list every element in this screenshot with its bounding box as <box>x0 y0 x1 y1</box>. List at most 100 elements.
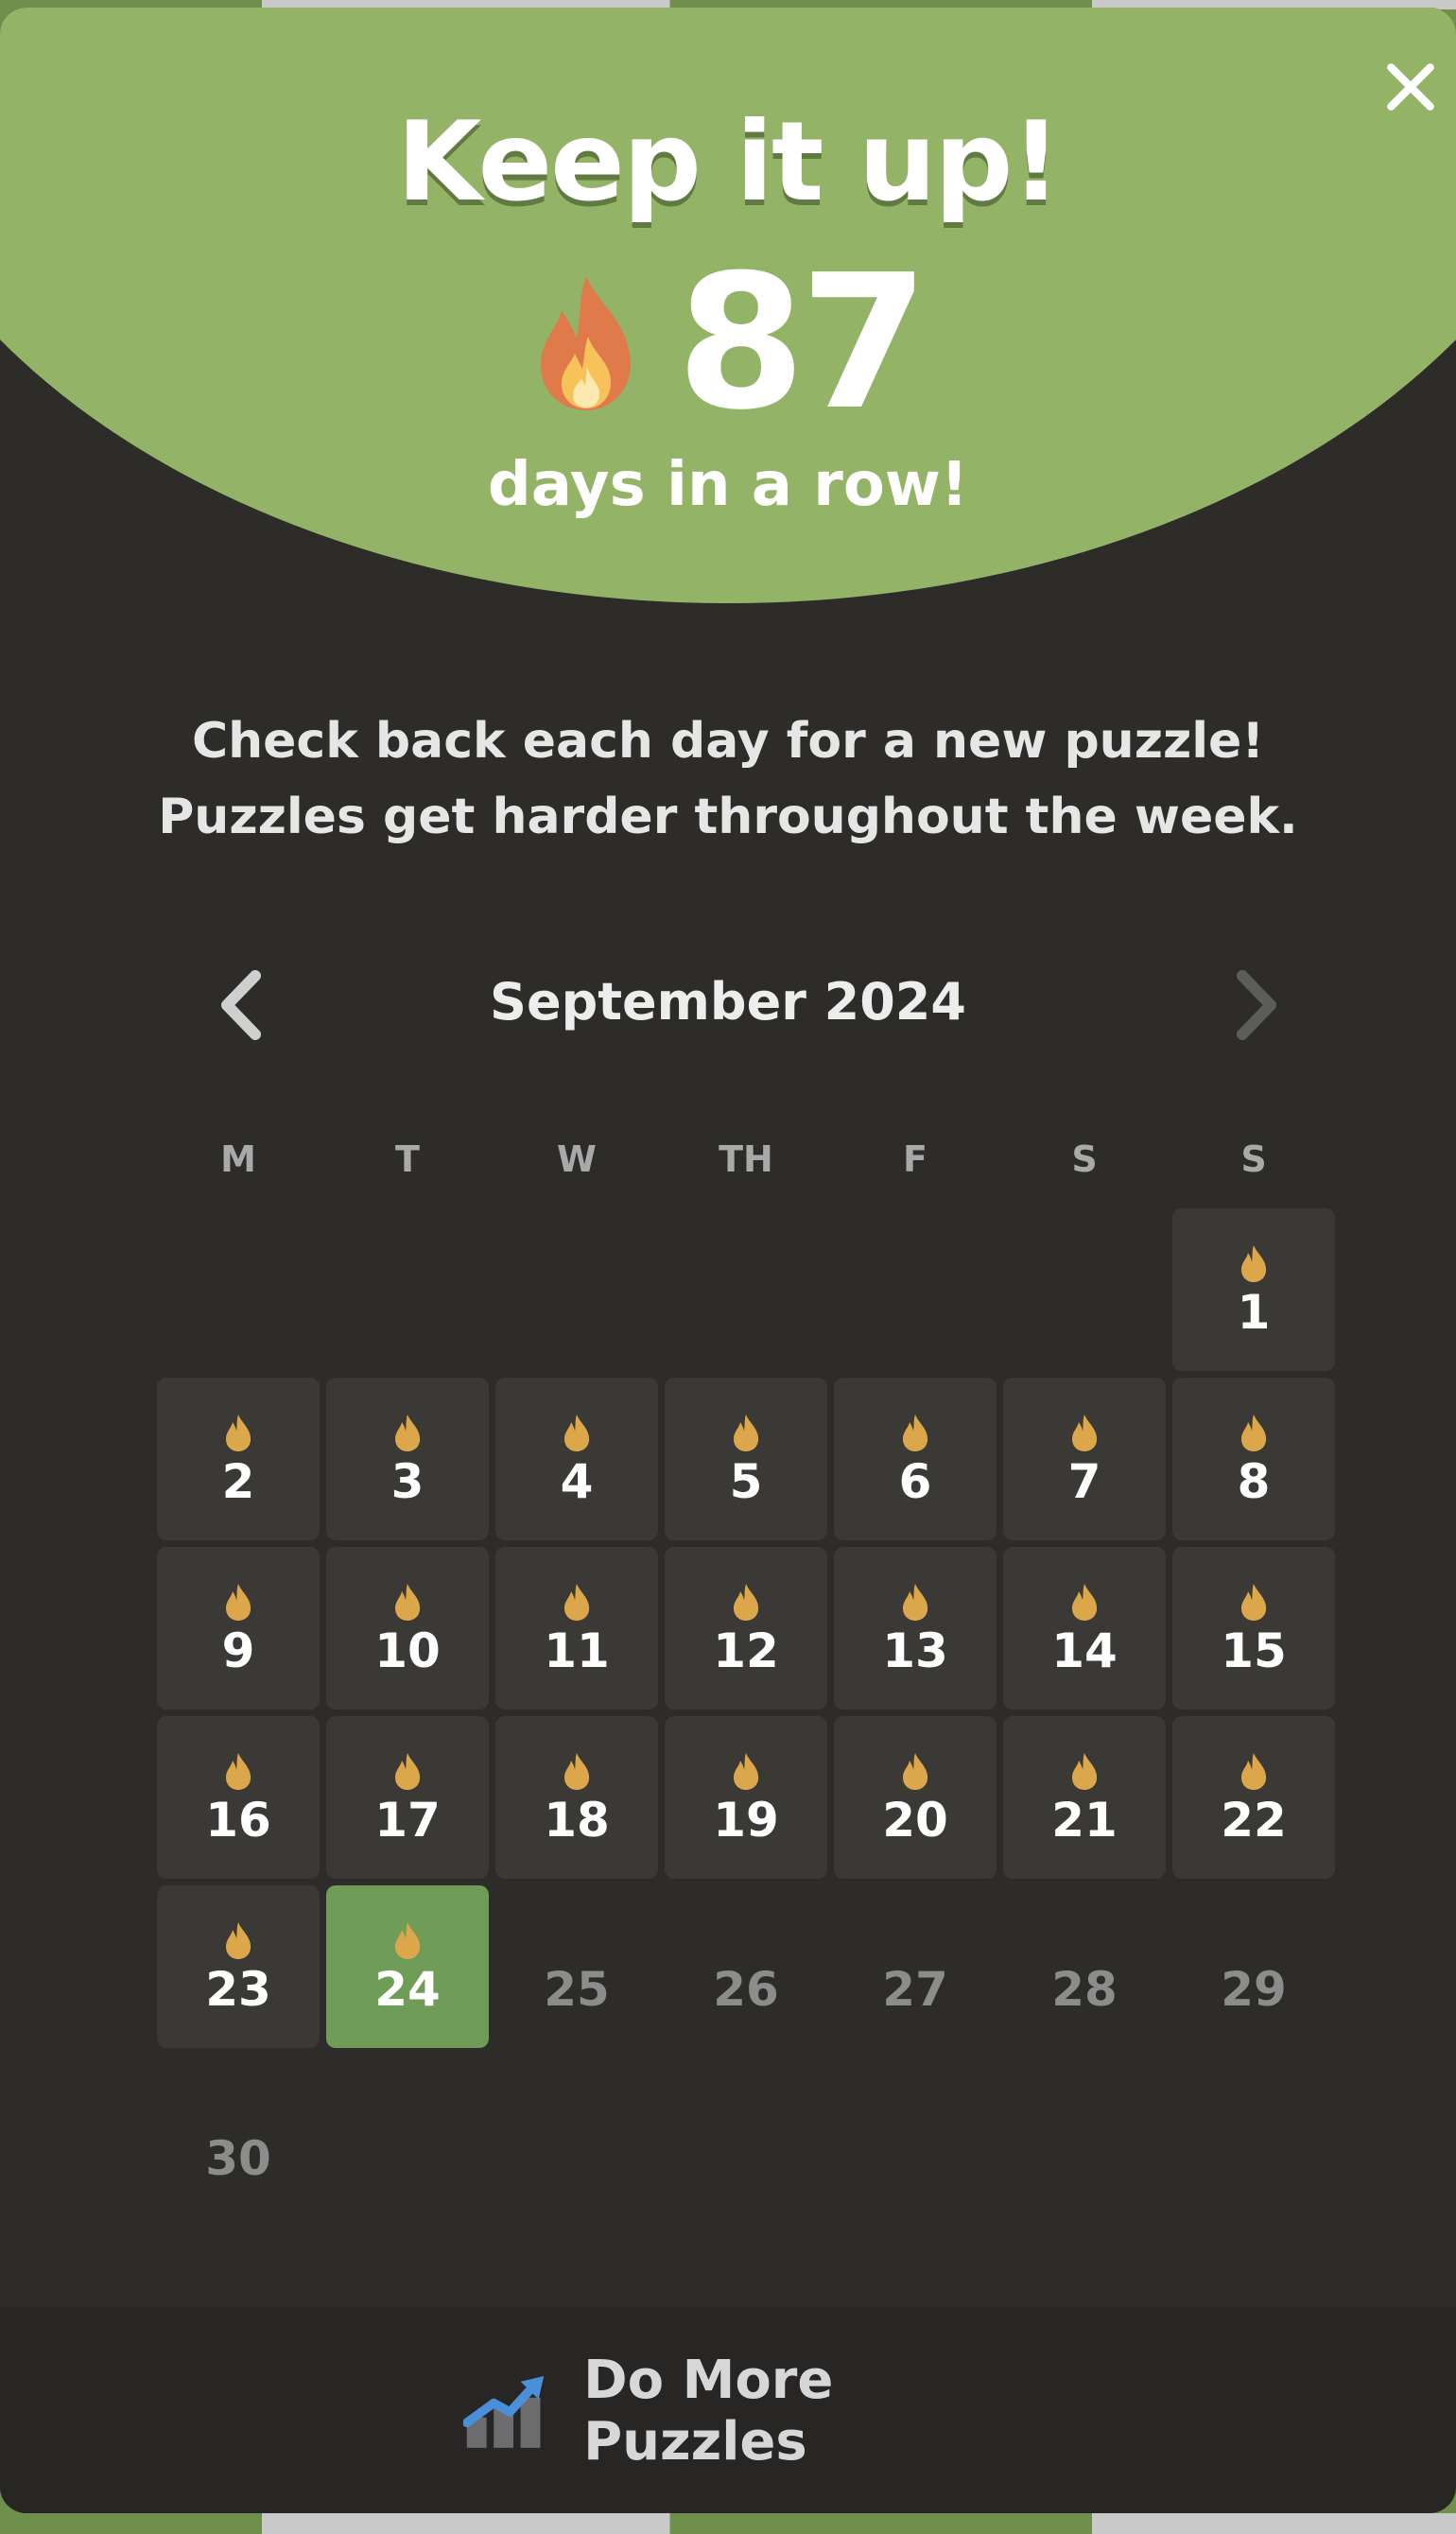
streak-modal: Keep it up! 87 days in a row! Check back… <box>0 8 1456 2513</box>
footer-bar: Do More Puzzles <box>0 2307 1456 2513</box>
flame-icon <box>393 1413 422 1452</box>
flame-icon <box>393 1751 422 1791</box>
flame-icon <box>393 1582 422 1622</box>
flame-icon <box>732 1582 760 1622</box>
calendar-day: 25 <box>495 1885 658 2048</box>
weekday-label: S <box>1240 1138 1267 1180</box>
flame-icon <box>1239 1243 1268 1283</box>
flame-icon <box>224 1413 252 1452</box>
flame-icon <box>732 1751 760 1791</box>
weekday-label: W <box>557 1138 597 1180</box>
flame-icon <box>533 272 639 414</box>
calendar-day-number: 17 <box>374 1793 441 1848</box>
calendar-day-number: 5 <box>729 1454 763 1509</box>
calendar-day[interactable]: 19 <box>665 1716 827 1879</box>
calendar-day-number: 11 <box>544 1623 610 1678</box>
calendar-day[interactable]: 23 <box>157 1885 320 2048</box>
calendar-day-number: 1 <box>1237 1285 1271 1340</box>
calendar-day-number: 27 <box>882 1962 948 2017</box>
flame-icon <box>901 1582 929 1622</box>
calendar-day-number: 29 <box>1221 1962 1287 2017</box>
calendar-day-number: 8 <box>1237 1454 1271 1509</box>
calendar-day[interactable]: 3 <box>326 1378 489 1540</box>
calendar-day[interactable]: 2 <box>157 1378 320 1540</box>
do-more-puzzles-label: Do More Puzzles <box>583 2350 834 2473</box>
calendar-day-number: 19 <box>713 1793 779 1848</box>
calendar-day[interactable]: 22 <box>1172 1716 1335 1879</box>
calendar-day-today[interactable]: 24 <box>326 1885 489 2048</box>
calendar-day[interactable]: 4 <box>495 1378 658 1540</box>
calendar-day-number: 26 <box>713 1962 779 2017</box>
calendar-day[interactable]: 21 <box>1003 1716 1166 1879</box>
flame-icon <box>901 1751 929 1791</box>
streak-counter: 87 <box>0 244 1456 443</box>
calendar-day[interactable]: 13 <box>834 1547 997 1710</box>
calendar-day-number: 28 <box>1051 1962 1118 2017</box>
calendar-day[interactable]: 20 <box>834 1716 997 1879</box>
weekday-header: M T W TH F S S <box>157 1138 1339 1195</box>
flame-icon <box>1070 1413 1099 1452</box>
flame-icon <box>1070 1582 1099 1622</box>
calendar-day: 29 <box>1172 1885 1335 2048</box>
weekday-label: F <box>903 1138 927 1180</box>
calendar-day[interactable]: 10 <box>326 1547 489 1710</box>
calendar-day-number: 10 <box>374 1623 441 1678</box>
flame-icon <box>563 1751 591 1791</box>
calendar-day[interactable]: 7 <box>1003 1378 1166 1540</box>
weekday-label: M <box>220 1138 256 1180</box>
background-strip-bottom <box>0 2513 1456 2534</box>
calendar-day-number: 6 <box>898 1454 932 1509</box>
calendar-day-number: 13 <box>882 1623 948 1678</box>
description-line-2: Puzzles get harder throughout the week. <box>158 789 1298 845</box>
month-navigation: September 2024 <box>0 953 1456 1057</box>
calendar-day[interactable]: 9 <box>157 1547 320 1710</box>
chart-up-icon <box>463 2376 545 2448</box>
calendar-day-number: 24 <box>374 1962 441 2017</box>
calendar-day[interactable]: 15 <box>1172 1547 1335 1710</box>
calendar-day[interactable]: 17 <box>326 1716 489 1879</box>
calendar-day[interactable]: 12 <box>665 1547 827 1710</box>
calendar-day[interactable]: 8 <box>1172 1378 1335 1540</box>
calendar-day[interactable]: 11 <box>495 1547 658 1710</box>
calendar-day-number: 4 <box>560 1454 594 1509</box>
calendar-day-number: 2 <box>221 1454 255 1509</box>
streak-count: 87 <box>676 235 929 451</box>
calendar-day[interactable]: 6 <box>834 1378 997 1540</box>
next-month-button[interactable] <box>1212 963 1297 1048</box>
flame-icon <box>1239 1582 1268 1622</box>
flame-icon <box>224 1920 252 1960</box>
calendar-day-number: 25 <box>544 1962 610 2017</box>
calendar-day: 26 <box>665 1885 827 2048</box>
weekday-label: TH <box>719 1138 773 1180</box>
calendar-day[interactable]: 18 <box>495 1716 658 1879</box>
calendar-day: 27 <box>834 1885 997 2048</box>
flame-icon <box>224 1582 252 1622</box>
calendar-day-number: 30 <box>205 2131 271 2186</box>
modal-title: Keep it up! <box>396 98 1062 226</box>
calendar-day: 30 <box>157 2055 320 2217</box>
flame-icon <box>1239 1413 1268 1452</box>
calendar-day-number: 18 <box>544 1793 610 1848</box>
calendar-day-number: 15 <box>1221 1623 1287 1678</box>
weekday-label: T <box>395 1138 420 1180</box>
calendar-day: 28 <box>1003 1885 1166 2048</box>
flame-icon <box>1239 1751 1268 1791</box>
flame-icon <box>901 1413 929 1452</box>
calendar-day-number: 12 <box>713 1623 779 1678</box>
weekday-label: S <box>1071 1138 1098 1180</box>
flame-icon <box>732 1413 760 1452</box>
calendar-day-number: 9 <box>221 1623 255 1678</box>
calendar-day[interactable]: 5 <box>665 1378 827 1540</box>
description-line-1: Check back each day for a new puzzle! <box>191 713 1265 770</box>
calendar-day[interactable]: 14 <box>1003 1547 1166 1710</box>
calendar-day-number: 14 <box>1051 1623 1118 1678</box>
calendar-day-number: 20 <box>882 1793 948 1848</box>
calendar-day[interactable]: 1 <box>1172 1208 1335 1371</box>
calendar-day-number: 16 <box>205 1793 271 1848</box>
flame-icon <box>563 1582 591 1622</box>
calendar-day[interactable]: 16 <box>157 1716 320 1879</box>
flame-icon <box>393 1920 422 1960</box>
streak-caption: days in a row! <box>487 450 969 520</box>
do-more-puzzles-button[interactable]: Do More Puzzles <box>463 2350 1049 2473</box>
flame-icon <box>1070 1751 1099 1791</box>
